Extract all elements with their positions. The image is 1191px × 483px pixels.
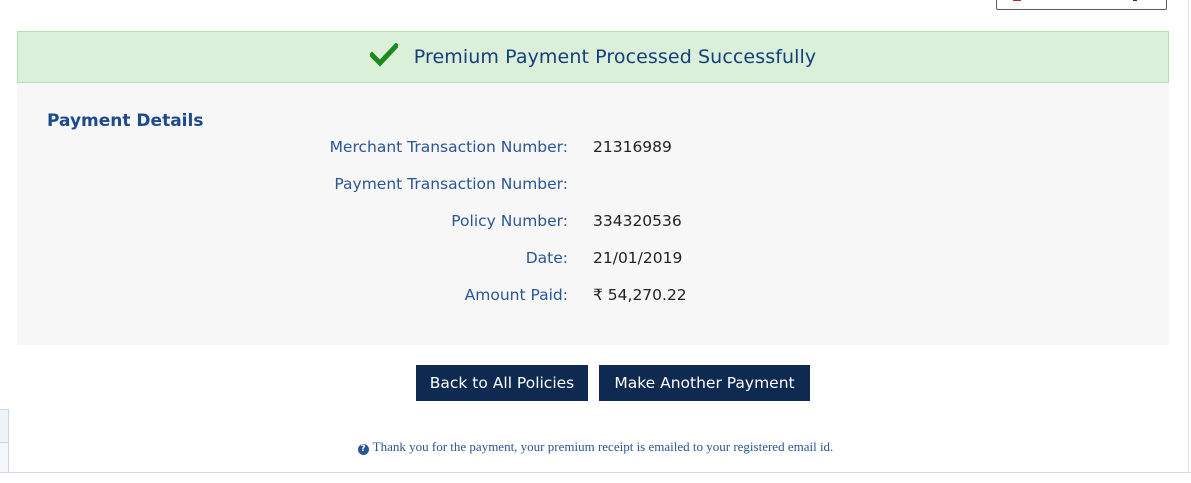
pdf-icon xyxy=(1013,0,1021,1)
detail-row-amount-paid: Amount Paid: ₹ 54,270.22 xyxy=(17,286,1169,308)
back-to-all-policies-button[interactable]: Back to All Policies xyxy=(416,365,588,401)
detail-row-date: Date: 21/01/2019 xyxy=(17,249,1169,271)
top-right-button-partial[interactable] xyxy=(996,0,1167,10)
detail-value: 334320536 xyxy=(593,212,682,230)
success-message: Premium Payment Processed Successfully xyxy=(413,46,817,68)
check-icon xyxy=(369,43,398,67)
payment-details-title: Payment Details xyxy=(47,111,204,131)
detail-value: 21/01/2019 xyxy=(593,249,683,267)
receipt-note: ? Thank you for the payment, your premium… xyxy=(0,439,1191,455)
button-text-fragment xyxy=(1133,0,1137,1)
detail-row-policy-number: Policy Number: 334320536 xyxy=(17,212,1169,234)
detail-label: Merchant Transaction Number: xyxy=(329,138,568,156)
detail-label: Payment Transaction Number: xyxy=(334,175,568,193)
make-another-payment-button[interactable]: Make Another Payment xyxy=(599,365,810,401)
detail-label: Date: xyxy=(525,249,568,267)
receipt-note-text: Thank you for the payment, your premium … xyxy=(372,439,834,454)
detail-value: 21316989 xyxy=(593,138,672,156)
success-banner: Premium Payment Processed Successfully xyxy=(17,31,1169,83)
left-edge-panel xyxy=(0,409,9,443)
detail-label: Policy Number: xyxy=(451,212,568,230)
divider xyxy=(0,472,1191,473)
question-circle-icon: ? xyxy=(357,444,369,455)
detail-row-merchant-transaction: Merchant Transaction Number: 21316989 xyxy=(17,138,1169,160)
payment-details-panel: Payment Details Merchant Transaction Num… xyxy=(17,83,1169,345)
divider xyxy=(1188,0,1189,473)
detail-label: Amount Paid: xyxy=(464,286,568,304)
detail-value: ₹ 54,270.22 xyxy=(593,286,687,304)
detail-row-payment-transaction: Payment Transaction Number: xyxy=(17,175,1169,197)
